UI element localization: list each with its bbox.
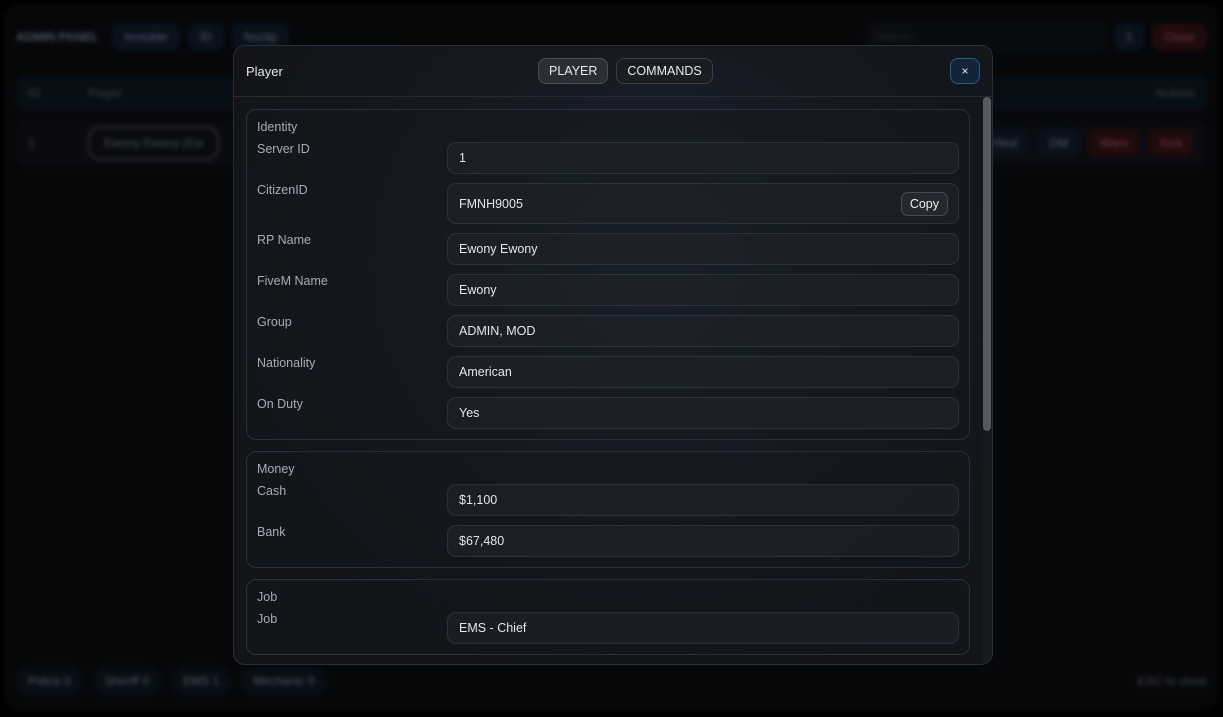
field-label: Cash (257, 484, 287, 498)
close-panel-button[interactable]: Close (1152, 23, 1207, 51)
identity-section: Identity Server ID 1 CitizenID FMNH9005 Cop… (246, 109, 970, 440)
section-title: Identity (257, 120, 298, 134)
server-id-field[interactable]: 1 (447, 142, 959, 174)
section-title: Money (257, 462, 295, 476)
field-label: On Duty (257, 397, 303, 411)
kick-button[interactable]: Kick (1148, 129, 1195, 157)
field-label: FiveM Name (257, 274, 328, 288)
ems-count: EMS 1 (171, 667, 232, 695)
tab-player[interactable]: PLAYER (538, 58, 609, 84)
citizen-id-field[interactable]: FMNH9005 Copy (447, 183, 959, 224)
money-section: Money Cash $1,100 Bank $67,480 (246, 451, 970, 568)
field-label: Nationality (257, 356, 316, 370)
job-field[interactable]: EMS - Chief (447, 612, 959, 644)
scrollbar[interactable] (982, 97, 992, 664)
job-section: Job Job EMS - Chief (246, 579, 970, 655)
field-label: Group (257, 315, 292, 329)
modal-body: Identity Server ID 1 CitizenID FMNH9005 Cop… (234, 97, 992, 657)
copy-button[interactable]: Copy (900, 191, 948, 216)
sheriff-count: Sheriff 0 (92, 667, 162, 695)
warn-button[interactable]: Warn (1088, 129, 1141, 157)
mechanic-count: Mechanic 0 (241, 667, 327, 695)
rp-name-field[interactable]: Ewony Ewony (447, 233, 959, 265)
nationality-field[interactable]: American (447, 356, 959, 388)
modal-header: Player PLAYER COMMANDS × (234, 46, 992, 97)
esc-hint: ESC to close (1137, 674, 1207, 688)
panel-title: ADMIN PANEL (16, 30, 99, 44)
cash-field[interactable]: $1,100 (447, 484, 959, 516)
field-label: Server ID (257, 142, 310, 156)
job-counts: Police 0 Sheriff 0 EMS 1 Mechanic 0 ESC … (16, 666, 1207, 696)
id-toggle[interactable]: ID (187, 23, 224, 51)
field-label: CitizenID (257, 183, 308, 197)
field-label: RP Name (257, 233, 311, 247)
col-player: Player (88, 86, 123, 100)
dm-button[interactable]: DM (1037, 129, 1081, 157)
tab-commands[interactable]: COMMANDS (616, 58, 713, 84)
close-modal-button[interactable]: × (950, 58, 980, 84)
citizen-id-value: FMNH9005 (459, 196, 523, 211)
col-id: ID (28, 86, 40, 100)
on-duty-field[interactable]: Yes (447, 397, 959, 429)
row-player[interactable]: Ewony Ewony (Ew (88, 126, 220, 160)
player-count-badge: 1 (1113, 23, 1145, 51)
field-label: Bank (257, 525, 286, 539)
group-field[interactable]: ADMIN, MOD (447, 315, 959, 347)
col-actions: Actions (1155, 86, 1195, 100)
field-label: Job (257, 612, 278, 626)
fivem-name-field[interactable]: Ewony (447, 274, 959, 306)
row-id: 1 (28, 136, 35, 150)
bank-field[interactable]: $67,480 (447, 525, 959, 557)
player-modal: Player PLAYER COMMANDS × Identity Server… (233, 45, 993, 665)
invisible-toggle[interactable]: Invisible (112, 23, 180, 51)
scrollbar-thumb[interactable] (983, 97, 991, 431)
modal-title: Player (246, 63, 283, 79)
section-title: Job (257, 590, 278, 604)
police-count: Police 0 (16, 667, 83, 695)
